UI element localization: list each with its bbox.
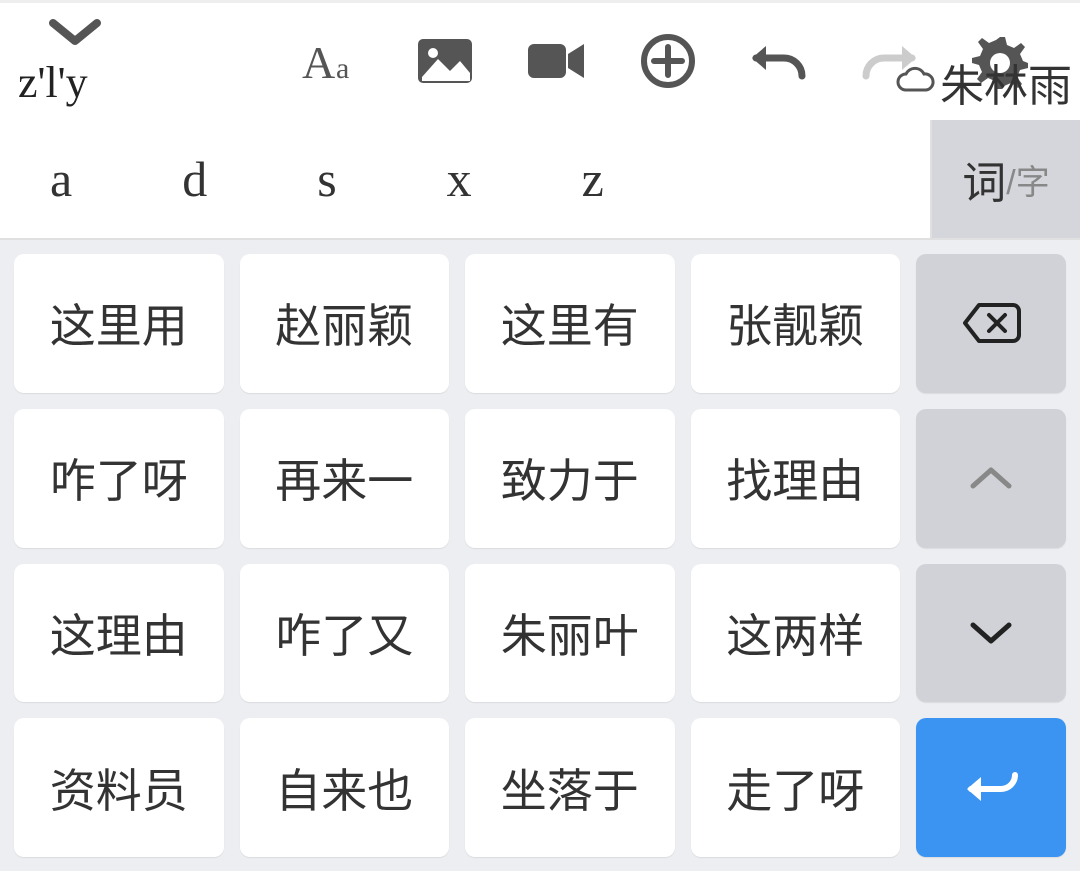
page-up-button[interactable]: [916, 409, 1066, 548]
plus-circle-icon[interactable]: [640, 33, 696, 94]
mode-sub: /字: [1006, 155, 1049, 204]
candidate[interactable]: 再来一: [240, 409, 450, 548]
letter-filter-row: a d s x z 词/字: [0, 120, 1080, 240]
candidate[interactable]: 自来也: [240, 718, 450, 857]
letter-filter[interactable]: a: [50, 150, 72, 208]
candidate[interactable]: 咋了又: [240, 564, 450, 703]
candidate[interactable]: 走了呀: [691, 718, 901, 857]
letter-filter-list: a d s x z: [0, 120, 930, 238]
chevron-down-icon: [969, 619, 1013, 647]
word-char-toggle[interactable]: 词/字: [930, 120, 1080, 238]
letter-filter[interactable]: s: [317, 150, 336, 208]
candidate[interactable]: 张靓颖: [691, 254, 901, 393]
mode-main: 词: [962, 147, 1006, 211]
letter-filter[interactable]: z: [582, 150, 604, 208]
cloud-candidate[interactable]: 朱林雨: [894, 50, 1072, 114]
candidate[interactable]: 这里用: [14, 254, 224, 393]
candidate[interactable]: 这两样: [691, 564, 901, 703]
candidate[interactable]: 这里有: [465, 254, 675, 393]
font-size-icon[interactable]: A a: [300, 32, 364, 95]
chevron-down-icon: [47, 15, 103, 51]
svg-text:A: A: [302, 37, 335, 88]
candidate[interactable]: 致力于: [465, 409, 675, 548]
collapse-input-block[interactable]: z'l'y: [0, 15, 140, 108]
editor-toolbar: z'l'y A a: [0, 0, 1080, 120]
candidate[interactable]: 找理由: [691, 409, 901, 548]
cloud-candidate-text: 朱林雨: [940, 50, 1072, 114]
backspace-icon: [961, 301, 1021, 345]
side-key-column: [916, 254, 1066, 857]
letter-filter[interactable]: x: [447, 150, 472, 208]
pinyin-input-text: z'l'y: [10, 57, 88, 108]
chevron-up-icon: [969, 464, 1013, 492]
candidate[interactable]: 坐落于: [465, 718, 675, 857]
return-icon: [961, 765, 1021, 811]
candidate[interactable]: 这理由: [14, 564, 224, 703]
video-icon[interactable]: [526, 40, 588, 87]
candidate-grid: 这里用 赵丽颖 这里有 张靓颖 咋了呀 再来一 致力于 找理由 这理由 咋了又 …: [14, 254, 900, 857]
letter-filter[interactable]: d: [182, 150, 207, 208]
backspace-button[interactable]: [916, 254, 1066, 393]
svg-text:a: a: [336, 52, 349, 85]
cloud-icon: [894, 57, 936, 107]
enter-button[interactable]: [916, 718, 1066, 857]
keyboard-area: 这里用 赵丽颖 这里有 张靓颖 咋了呀 再来一 致力于 找理由 这理由 咋了又 …: [0, 240, 1080, 871]
undo-icon[interactable]: [748, 36, 808, 91]
candidate[interactable]: 朱丽叶: [465, 564, 675, 703]
candidate[interactable]: 咋了呀: [14, 409, 224, 548]
image-icon[interactable]: [416, 37, 474, 90]
page-down-button[interactable]: [916, 564, 1066, 703]
candidate[interactable]: 资料员: [14, 718, 224, 857]
candidate[interactable]: 赵丽颖: [240, 254, 450, 393]
